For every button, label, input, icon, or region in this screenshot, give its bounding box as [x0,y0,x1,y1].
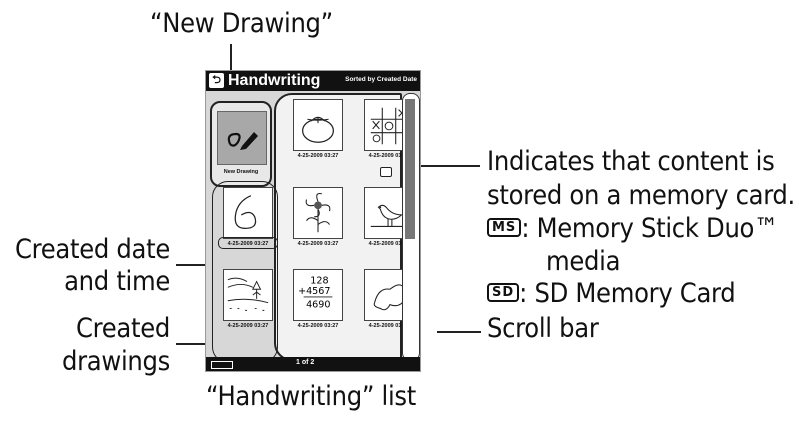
memory-card-callout-line2: stored on a memory card. [487,180,795,211]
sd-badge-icon: SD [487,283,520,302]
memory-card-callout-line1: Indicates that content is [487,146,775,177]
handwriting-list-caption: “Handwriting” list [206,381,416,412]
created-date-callout-line2: and time [64,266,170,297]
created-drawings-callout-line2: drawings [62,346,170,377]
battery-icon [211,361,233,369]
reader-screen: ⮌ Handwriting Sorted by Created Date New… [205,70,421,372]
math-line-2: +4567 [298,286,330,297]
ms-callout: MS: Memory Stick Duo™ [487,215,778,242]
created-date-callout-line1: Created date [15,234,170,265]
date-label: 4-25-2009 03:27 [297,241,339,247]
sd-callout: SD: SD Memory Card [487,278,736,309]
sd-callout-text: : SD Memory Card [519,278,736,309]
new-drawing-callout: “New Drawing” [150,8,333,39]
ms-callout-text: : Memory Stick Duo™ [521,213,779,244]
screen-title: Handwriting [228,72,321,89]
scroll-bar-callout: Scroll bar [487,313,599,344]
created-drawings-callout-line1: Created [76,313,170,344]
title-bar: ⮌ Handwriting Sorted by Created Date [206,71,420,91]
pencil-icon [217,111,267,165]
drawing-thumbnail-tomato[interactable] [293,99,343,151]
ms-callout-text2: media [546,246,621,277]
sort-label: Sorted by Created Date [345,76,417,83]
back-arrow-icon[interactable]: ⮌ [209,73,224,88]
math-line-1: 128 [310,275,328,286]
memory-card-icon [380,167,392,177]
drawing-thumbnail-flower[interactable] [293,187,343,239]
created-drawings-highlight [212,181,278,363]
new-drawing-tile[interactable]: New Drawing [210,101,272,187]
status-bar: 1 of 2 [206,357,420,371]
date-label: 4-25-2009 03:27 [297,323,339,329]
scroll-bar-leader [437,331,481,333]
drawing-thumbnail-math[interactable]: 128 +4567 4690 [293,269,343,321]
page-indicator: 1 of 2 [296,359,315,366]
new-drawing-label: New Drawing [223,169,259,175]
date-label: 4-25-2009 03:27 [297,153,339,159]
scrollbar-thumb[interactable] [405,99,415,239]
ms-badge-icon: MS [487,218,522,237]
math-line-3: 4690 [306,299,330,310]
